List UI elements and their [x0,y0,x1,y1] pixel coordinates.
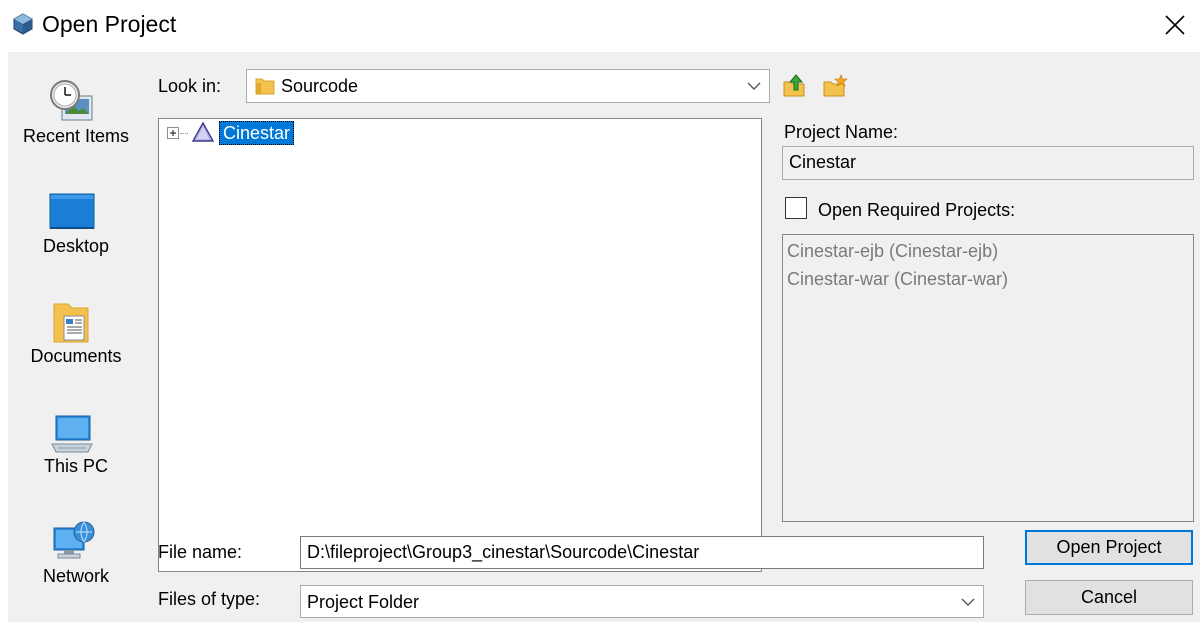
up-one-level-icon [783,74,805,97]
file-name-input[interactable] [300,536,984,569]
project-name-value: Cinestar [789,152,857,172]
place-label: Documents [30,346,122,366]
this-pc-icon [51,415,93,453]
folder-icon [255,78,275,95]
documents-icon [53,303,89,343]
project-name-field: Cinestar [782,146,1194,180]
tree-expander[interactable] [167,127,179,139]
window-title: Open Project [42,11,177,37]
required-projects-list: Cinestar-ejb (Cinestar-ejb) Cinestar-war… [782,234,1194,522]
look-in-label: Look in: [158,76,222,96]
files-of-type-label: Files of type: [158,589,261,609]
close-icon [1165,15,1185,35]
up-one-level-button[interactable] [782,74,808,98]
file-name-label: File name: [158,542,243,562]
chevron-down-icon [747,82,761,90]
places-bar: Recent Items Desktop Documents This PC N… [8,60,150,610]
list-item: Cinestar-ejb (Cinestar-ejb) [787,241,999,261]
desktop-icon [49,193,95,229]
open-project-button[interactable]: Open Project [1025,530,1193,565]
place-desktop[interactable]: Desktop [8,170,148,266]
netbeans-cube-icon [13,13,33,35]
files-of-type-value: Project Folder [307,592,420,612]
plus-icon [170,130,176,136]
title-bar: Open Project [0,0,1200,52]
close-button[interactable] [1160,10,1190,40]
dialog-body: Recent Items Desktop Documents This PC N… [8,52,1200,622]
list-item: Cinestar-war (Cinestar-war) [787,269,1009,289]
new-folder-button[interactable] [822,74,848,98]
place-label: Desktop [42,236,110,256]
look-in-dropdown-button[interactable] [739,70,769,102]
new-folder-icon [823,74,848,97]
look-in-combo[interactable]: Sourcode [246,69,770,103]
tree-connector [180,133,188,134]
file-list[interactable]: Cinestar [158,118,762,572]
place-label: This PC [43,456,108,476]
place-network[interactable]: Network [8,500,148,596]
open-required-projects-checkbox[interactable] [785,197,807,219]
files-of-type-dropdown-button[interactable] [953,586,983,617]
project-name-label: Project Name: [784,122,899,142]
place-label: Recent Items [22,126,130,146]
place-label: Network [42,566,109,586]
list-item-label[interactable]: Cinestar [219,121,295,145]
look-in-value: Sourcode [281,76,359,96]
open-required-projects-label: Open Required Projects: [818,200,1016,220]
cancel-button[interactable]: Cancel [1025,580,1193,615]
project-icon [191,121,215,142]
place-documents[interactable]: Documents [8,280,148,376]
place-this-pc[interactable]: This PC [8,390,148,486]
chevron-down-icon [961,598,975,606]
recent-items-icon [50,80,93,121]
network-icon [53,521,95,559]
files-of-type-combo[interactable]: Project Folder [300,585,984,618]
place-recent-items[interactable]: Recent Items [8,60,148,156]
